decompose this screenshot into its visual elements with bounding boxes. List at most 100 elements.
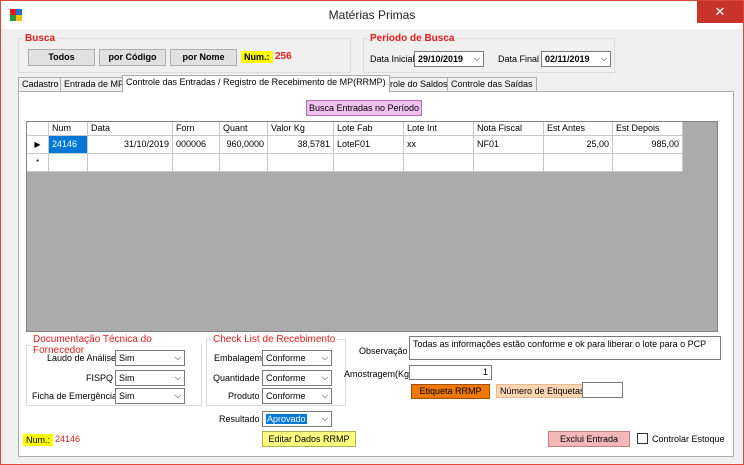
embalagem-label: Embalagem xyxy=(214,353,263,363)
col-header-num[interactable]: Num xyxy=(49,122,88,136)
tab-cadastro[interactable]: Cadastro xyxy=(18,77,63,92)
laudo-select[interactable]: Sim ⌵ xyxy=(115,350,185,366)
produto-label: Produto xyxy=(228,391,260,401)
new-row-cell[interactable] xyxy=(268,154,334,172)
fispq-select[interactable]: Sim ⌵ xyxy=(115,370,185,386)
num-etiquetas-label: Número de Etiquetas xyxy=(496,384,589,398)
observacao-textbox[interactable]: Todas as informações estão conforme e ok… xyxy=(409,336,721,360)
resultado-select[interactable]: Aprovado ⌵ xyxy=(262,411,332,427)
col-header-lote-fab[interactable]: Lote Fab xyxy=(334,122,404,136)
resultado-label: Resultado xyxy=(219,414,260,424)
ficha-label: Ficha de Emergência xyxy=(32,391,118,401)
exclui-entrada-button[interactable]: Exclui Entrada xyxy=(548,431,630,447)
table-row-cell-lote-int[interactable]: xx xyxy=(404,136,474,154)
por-codigo-button[interactable]: por Código xyxy=(99,49,166,66)
table-row-cell-lote-fab[interactable]: LoteF01 xyxy=(334,136,404,154)
chevron-down-icon: ⌵ xyxy=(321,391,328,400)
quantidade-label: Quantidade xyxy=(213,373,260,383)
table-row-cell-quant[interactable]: 960,0000 xyxy=(220,136,268,154)
periodo-legend: Período de Busca xyxy=(370,33,455,44)
chevron-down-icon: ⌵ xyxy=(473,54,480,63)
col-header-quant[interactable]: Quant xyxy=(220,122,268,136)
new-row-cell[interactable] xyxy=(474,154,544,172)
col-header-nota-fiscal[interactable]: Nota Fiscal xyxy=(474,122,544,136)
fispq-label: FISPQ xyxy=(86,373,114,383)
table-row-cell-nota-fiscal[interactable]: NF01 xyxy=(474,136,544,154)
entry-num-label: Num.: xyxy=(23,434,54,446)
main-window: Matérias Primas ✕ Busca Todos por Código… xyxy=(0,0,744,465)
data-final-picker[interactable]: 02/11/2019 ⌵ xyxy=(541,51,611,67)
table-row-cell-est-antes[interactable]: 25,00 xyxy=(544,136,613,154)
col-header-data[interactable]: Data xyxy=(88,122,173,136)
chevron-down-icon: ⌵ xyxy=(321,414,328,423)
data-inicial-value: 29/10/2019 xyxy=(418,54,464,64)
table-row-cell-forn[interactable]: 000006 xyxy=(173,136,220,154)
todos-button[interactable]: Todos xyxy=(28,49,95,66)
grid-corner xyxy=(27,122,49,136)
checklist-legend: Check List de Recebimento xyxy=(213,334,336,345)
col-header-lote-int[interactable]: Lote Int xyxy=(404,122,474,136)
window-title: Matérias Primas xyxy=(328,8,416,22)
new-row-cell[interactable] xyxy=(88,154,173,172)
busca-entradas-button[interactable]: Busca Entradas no Período xyxy=(306,100,422,116)
chevron-down-icon: ⌵ xyxy=(321,353,328,362)
title-bar: Matérias Primas ✕ xyxy=(1,1,743,29)
num-etiquetas-input[interactable] xyxy=(582,382,623,398)
produto-value: Conforme xyxy=(266,391,306,401)
chevron-down-icon: ⌵ xyxy=(174,373,181,382)
new-row-cell[interactable] xyxy=(544,154,613,172)
data-inicial-label: Data Inicial xyxy=(370,54,415,64)
amostragem-input[interactable]: 1 xyxy=(409,365,492,380)
col-header-est-antes[interactable]: Est Antes xyxy=(544,122,613,136)
tab-entrada-mp[interactable]: Entrada de MP xyxy=(60,77,129,92)
row-new-marker[interactable]: * xyxy=(27,154,49,172)
laudo-value: Sim xyxy=(119,353,135,363)
new-row-cell[interactable] xyxy=(220,154,268,172)
entry-num-value: 24146 xyxy=(55,434,81,444)
table-row-cell-valor-kg[interactable]: 38,5781 xyxy=(268,136,334,154)
busca-num-label: Num.: xyxy=(241,51,273,63)
por-nome-button[interactable]: por Nome xyxy=(170,49,237,66)
ficha-select[interactable]: Sim ⌵ xyxy=(115,388,185,404)
new-row-cell[interactable] xyxy=(334,154,404,172)
table-row-cell-num[interactable]: 24146 xyxy=(49,136,88,154)
chevron-down-icon: ⌵ xyxy=(321,373,328,382)
chevron-down-icon: ⌵ xyxy=(174,353,181,362)
tab-controle-saidas[interactable]: Controle das Saídas xyxy=(447,77,537,92)
fispq-value: Sim xyxy=(119,373,135,383)
new-row-cell[interactable] xyxy=(173,154,220,172)
tab-panel: Busca Entradas no Período Num Data Forn … xyxy=(18,91,734,457)
embalagem-value: Conforme xyxy=(266,353,306,363)
table-row-cell-data[interactable]: 31/10/2019 xyxy=(88,136,173,154)
quantidade-value: Conforme xyxy=(266,373,306,383)
etiqueta-rrmp-button[interactable]: Etiqueta RRMP xyxy=(411,384,490,399)
produto-select[interactable]: Conforme ⌵ xyxy=(262,388,332,404)
new-row-cell[interactable] xyxy=(49,154,88,172)
observacao-label: Observação xyxy=(359,346,408,356)
col-header-est-depois[interactable]: Est Depois xyxy=(613,122,683,136)
col-header-valor-kg[interactable]: Valor Kg xyxy=(268,122,334,136)
new-row-cell[interactable] xyxy=(404,154,474,172)
quantidade-select[interactable]: Conforme ⌵ xyxy=(262,370,332,386)
entries-grid[interactable]: Num Data Forn Quant Valor Kg Lote Fab Lo… xyxy=(26,121,718,332)
row-current-marker[interactable]: ▶ xyxy=(27,136,49,154)
data-final-label: Data Final xyxy=(498,54,540,64)
laudo-label: Laudo de Análise xyxy=(47,353,117,363)
chevron-down-icon: ⌵ xyxy=(174,391,181,400)
controlar-estoque-label: Controlar Estoque xyxy=(652,434,725,444)
editar-rrmp-button[interactable]: Editar Dados RRMP xyxy=(262,431,356,447)
data-final-value: 02/11/2019 xyxy=(545,54,590,64)
close-icon[interactable]: ✕ xyxy=(697,1,743,23)
new-row-cell[interactable] xyxy=(613,154,683,172)
resultado-value: Aprovado xyxy=(266,414,307,424)
busca-num-value: 256 xyxy=(275,51,292,62)
chevron-down-icon: ⌵ xyxy=(600,54,607,63)
table-row-cell-est-depois[interactable]: 985,00 xyxy=(613,136,683,154)
embalagem-select[interactable]: Conforme ⌵ xyxy=(262,350,332,366)
ficha-value: Sim xyxy=(119,391,135,401)
col-header-forn[interactable]: Forn xyxy=(173,122,220,136)
controlar-estoque-checkbox[interactable] xyxy=(637,433,648,444)
data-inicial-picker[interactable]: 29/10/2019 ⌵ xyxy=(414,51,484,67)
tab-controle-entradas[interactable]: Controle das Entradas / Registro de Rece… xyxy=(122,75,390,92)
amostragem-label: Amostragem(Kg) xyxy=(344,369,413,379)
